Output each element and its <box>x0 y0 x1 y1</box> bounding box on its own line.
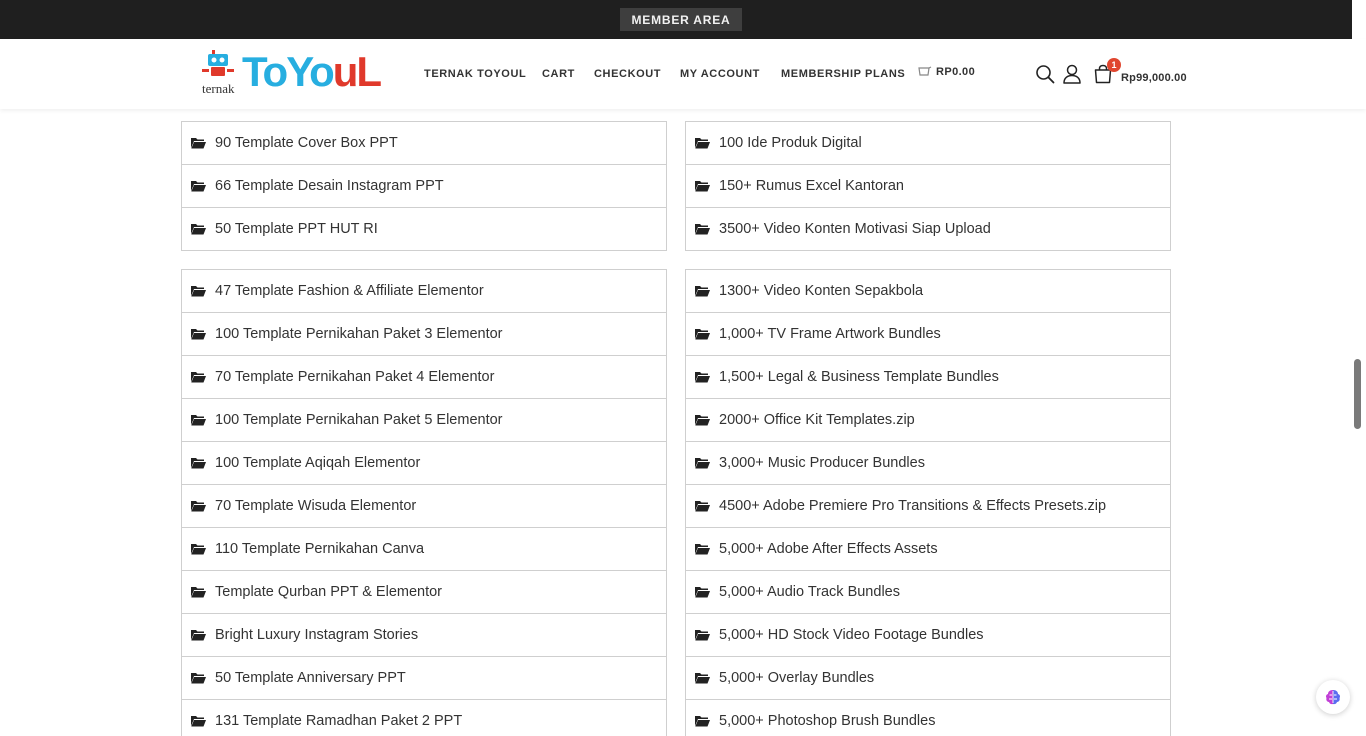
folder-icon <box>695 544 710 555</box>
product-list-right-top: 100 Ide Produk Digital 150+ Rumus Excel … <box>685 121 1171 251</box>
brain-icon <box>1326 690 1340 705</box>
list-item[interactable]: 110 Template Pernikahan Canva <box>182 528 666 571</box>
nav-ternak-toyoul[interactable]: TERNAK TOYOUL <box>424 39 526 109</box>
nav-checkout[interactable]: CHECKOUT <box>594 39 661 109</box>
folder-icon <box>191 716 206 727</box>
folder-icon <box>695 673 710 684</box>
folder-icon <box>695 630 710 641</box>
robot-logo-icon <box>202 50 234 76</box>
folder-icon <box>695 286 710 297</box>
list-item[interactable]: 50 Template PPT HUT RI <box>182 208 666 251</box>
folder-icon <box>191 673 206 684</box>
nav-cart[interactable]: CART <box>542 39 575 109</box>
folder-icon <box>191 544 206 555</box>
site-logo[interactable]: ToYouL ternak <box>200 47 382 96</box>
nav-my-account[interactable]: MY ACCOUNT <box>680 39 760 109</box>
floating-assistant-button[interactable] <box>1316 680 1350 714</box>
cart-count-badge: 1 <box>1107 58 1121 72</box>
product-list-right: 1300+ Video Konten Sepakbola 1,000+ TV F… <box>685 269 1171 736</box>
folder-icon <box>191 630 206 641</box>
list-item[interactable]: 5,000+ HD Stock Video Footage Bundles <box>686 614 1170 657</box>
user-icon[interactable] <box>1061 63 1083 85</box>
list-item[interactable]: 5,000+ Audio Track Bundles <box>686 571 1170 614</box>
folder-icon <box>695 329 710 340</box>
list-item[interactable]: 90 Template Cover Box PPT <box>182 122 666 165</box>
logo-subtext: ternak <box>202 81 235 96</box>
nav-mini-cart[interactable]: RP0.00 <box>918 66 975 78</box>
folder-icon <box>695 458 710 469</box>
folder-icon <box>695 181 710 192</box>
product-list-left: 47 Template Fashion & Affiliate Elemento… <box>181 269 667 736</box>
list-item[interactable]: 5,000+ Photoshop Brush Bundles <box>686 700 1170 736</box>
member-area-button[interactable]: MEMBER AREA <box>620 8 742 31</box>
list-item[interactable]: 1,000+ TV Frame Artwork Bundles <box>686 313 1170 356</box>
list-item[interactable]: 70 Template Pernikahan Paket 4 Elementor <box>182 356 666 399</box>
folder-icon <box>191 458 206 469</box>
list-item[interactable]: 70 Template Wisuda Elementor <box>182 485 666 528</box>
folder-icon <box>695 587 710 598</box>
list-item[interactable]: Template Qurban PPT & Elementor <box>182 571 666 614</box>
folder-icon <box>191 224 206 235</box>
list-item[interactable]: 100 Ide Produk Digital <box>686 122 1170 165</box>
folder-icon <box>695 372 710 383</box>
folder-icon <box>191 181 206 192</box>
search-icon[interactable] <box>1034 63 1056 85</box>
folder-icon <box>695 501 710 512</box>
folder-icon <box>191 587 206 598</box>
list-item[interactable]: 100 Template Pernikahan Paket 3 Elemento… <box>182 313 666 356</box>
cart-total[interactable]: Rp99,000.00 <box>1121 72 1187 84</box>
folder-icon <box>695 138 710 149</box>
scrollbar-thumb[interactable] <box>1354 359 1361 429</box>
folder-icon <box>191 329 206 340</box>
folder-icon <box>695 224 710 235</box>
list-item[interactable]: 100 Template Pernikahan Paket 5 Elemento… <box>182 399 666 442</box>
list-item[interactable]: 100 Template Aqiqah Elementor <box>182 442 666 485</box>
folder-icon <box>191 138 206 149</box>
list-item[interactable]: Bright Luxury Instagram Stories <box>182 614 666 657</box>
folder-icon <box>191 372 206 383</box>
top-bar: MEMBER AREA <box>0 0 1366 39</box>
list-item[interactable]: 1300+ Video Konten Sepakbola <box>686 270 1170 313</box>
folder-icon <box>695 415 710 426</box>
nav-membership-plans[interactable]: MEMBERSHIP PLANS <box>781 39 905 109</box>
product-list-left-top: 90 Template Cover Box PPT 66 Template De… <box>181 121 667 251</box>
list-item[interactable]: 5,000+ Adobe After Effects Assets <box>686 528 1170 571</box>
list-item[interactable]: 50 Template Anniversary PPT <box>182 657 666 700</box>
site-header: ToYouL ternak TERNAK TOYOUL CART CHECKOU… <box>0 39 1366 109</box>
list-item[interactable]: 1,500+ Legal & Business Template Bundles <box>686 356 1170 399</box>
folder-icon <box>191 501 206 512</box>
list-item[interactable]: 3500+ Video Konten Motivasi Siap Upload <box>686 208 1170 251</box>
folder-icon <box>191 415 206 426</box>
list-item[interactable]: 47 Template Fashion & Affiliate Elemento… <box>182 270 666 313</box>
list-item[interactable]: 66 Template Desain Instagram PPT <box>182 165 666 208</box>
folder-icon <box>191 286 206 297</box>
list-item[interactable]: 131 Template Ramadhan Paket 2 PPT <box>182 700 666 736</box>
logo-wordmark: ToYouL <box>242 48 382 95</box>
list-item[interactable]: 5,000+ Overlay Bundles <box>686 657 1170 700</box>
list-item[interactable]: 3,000+ Music Producer Bundles <box>686 442 1170 485</box>
cart-small-icon <box>918 66 932 76</box>
list-item[interactable]: 4500+ Adobe Premiere Pro Transitions & E… <box>686 485 1170 528</box>
folder-icon <box>695 716 710 727</box>
list-item[interactable]: 150+ Rumus Excel Kantoran <box>686 165 1170 208</box>
list-item[interactable]: 2000+ Office Kit Templates.zip <box>686 399 1170 442</box>
